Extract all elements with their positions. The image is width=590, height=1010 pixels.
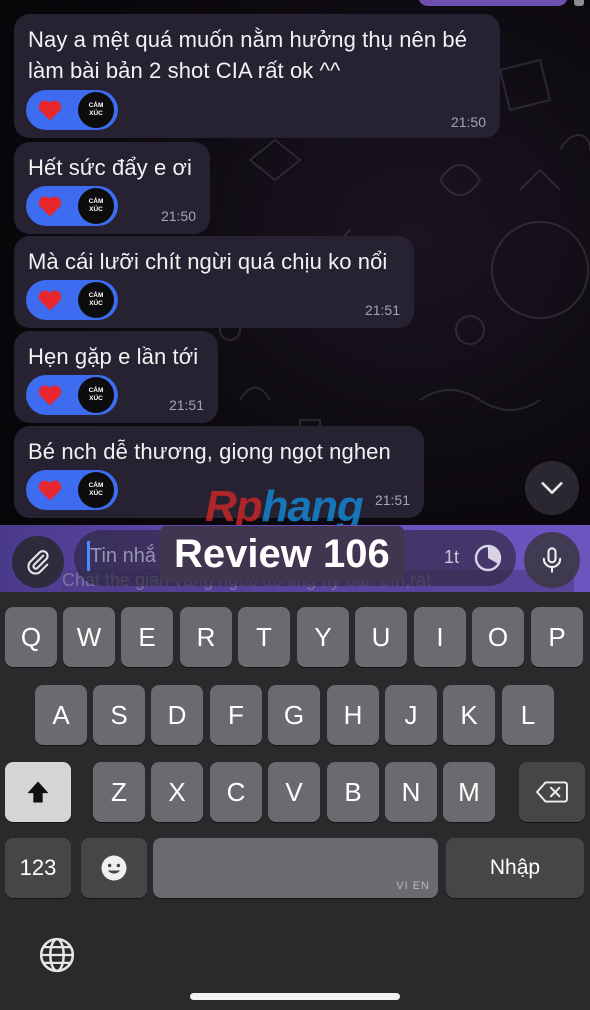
emoji-icon: [101, 855, 127, 881]
message-bubble[interactable]: Hết sức đẩy e ơi CẢM XÚC 21:50: [14, 142, 210, 234]
watermark-part1: Rp: [205, 482, 263, 531]
message-input-placeholder: Tin nhắ: [90, 545, 156, 567]
message-text: Mà cái lưỡi chít ngừi quá chịu ko nổi: [28, 249, 388, 274]
space-bar[interactable]: VI EN: [153, 838, 438, 898]
heart-icon: [38, 480, 62, 501]
key-q[interactable]: Q: [5, 607, 57, 667]
reaction-avatar: CẢM XÚC: [78, 282, 114, 318]
numbers-key[interactable]: 123: [5, 838, 71, 898]
globe-icon[interactable]: [38, 936, 76, 974]
home-indicator[interactable]: [190, 993, 400, 1000]
heart-icon: [38, 290, 62, 311]
key-f[interactable]: F: [210, 685, 262, 745]
space-lang-label: VI EN: [396, 880, 430, 892]
message-text: Hết sức đẩy e ơi: [28, 155, 193, 180]
key-e[interactable]: E: [121, 607, 173, 667]
reaction-pill[interactable]: CẢM XÚC: [26, 470, 118, 510]
reaction-avatar: CẢM XÚC: [78, 92, 114, 128]
key-x[interactable]: X: [151, 762, 203, 822]
key-b[interactable]: B: [327, 762, 379, 822]
heart-icon: [38, 385, 62, 406]
key-g[interactable]: G: [268, 685, 320, 745]
key-d[interactable]: D: [151, 685, 203, 745]
message-bubble[interactable]: Nay a mệt quá muốn nằm hưởng thụ nên bé …: [14, 14, 500, 138]
review-overlay-label: Review 106: [160, 526, 404, 582]
key-w[interactable]: W: [63, 607, 115, 667]
delete-icon: [536, 781, 568, 803]
key-s[interactable]: S: [93, 685, 145, 745]
key-h[interactable]: H: [327, 685, 379, 745]
reaction-pill[interactable]: CẢM XÚC: [26, 375, 118, 415]
key-a[interactable]: A: [35, 685, 87, 745]
reaction-avatar: CẢM XÚC: [78, 188, 114, 224]
attach-button[interactable]: [12, 536, 64, 588]
key-z[interactable]: Z: [93, 762, 145, 822]
key-j[interactable]: J: [385, 685, 437, 745]
message-time: 21:50: [450, 114, 486, 130]
message-time: 21:51: [374, 492, 410, 508]
key-k[interactable]: K: [443, 685, 495, 745]
key-u[interactable]: U: [355, 607, 407, 667]
watermark-part2: hang: [261, 482, 364, 531]
scroll-down-button[interactable]: [525, 461, 579, 515]
key-v[interactable]: V: [268, 762, 320, 822]
key-c[interactable]: C: [210, 762, 262, 822]
reaction-pill[interactable]: CẢM XÚC: [26, 90, 118, 130]
emoji-key[interactable]: [81, 838, 147, 898]
message-bubble[interactable]: Mà cái lưỡi chít ngừi quá chịu ko nổi CẢ…: [14, 236, 414, 328]
scroll-indicator: [574, 0, 584, 6]
message-time: 21:51: [168, 397, 204, 413]
message-text: Bé nch dễ thương, giọng ngọt nghen: [28, 439, 391, 464]
return-key[interactable]: Nhập: [446, 838, 584, 898]
voice-record-button[interactable]: [524, 532, 580, 588]
key-y[interactable]: Y: [297, 607, 349, 667]
previous-message-edge: [418, 0, 568, 6]
mic-icon: [542, 547, 562, 573]
attach-icon: [27, 550, 49, 575]
self-destruct-timer-label[interactable]: 1t: [444, 547, 459, 568]
shift-key[interactable]: [5, 762, 71, 822]
delete-key[interactable]: [519, 762, 585, 822]
key-o[interactable]: O: [472, 607, 524, 667]
message-text: Hẹn gặp e lần tới: [28, 344, 199, 369]
shift-icon: [27, 781, 49, 803]
key-l[interactable]: L: [502, 685, 554, 745]
message-text: Nay a mệt quá muốn nằm hưởng thụ nên bé …: [28, 27, 468, 83]
key-r[interactable]: R: [180, 607, 232, 667]
key-m[interactable]: M: [443, 762, 495, 822]
key-p[interactable]: P: [531, 607, 583, 667]
chevron-down-icon: [541, 482, 563, 494]
reaction-pill[interactable]: CẢM XÚC: [26, 280, 118, 320]
message-bubble[interactable]: Hẹn gặp e lần tới CẢM XÚC 21:51: [14, 331, 218, 423]
timer-icon[interactable]: [472, 542, 504, 574]
reaction-avatar: CẢM XÚC: [78, 472, 114, 508]
heart-icon: [38, 100, 62, 121]
key-i[interactable]: I: [414, 607, 466, 667]
heart-icon: [38, 196, 62, 217]
reaction-pill[interactable]: CẢM XÚC: [26, 186, 118, 226]
message-time: 21:50: [160, 208, 196, 224]
key-t[interactable]: T: [238, 607, 290, 667]
message-time: 21:51: [364, 302, 400, 318]
key-n[interactable]: N: [385, 762, 437, 822]
reaction-avatar: CẢM XÚC: [78, 377, 114, 413]
